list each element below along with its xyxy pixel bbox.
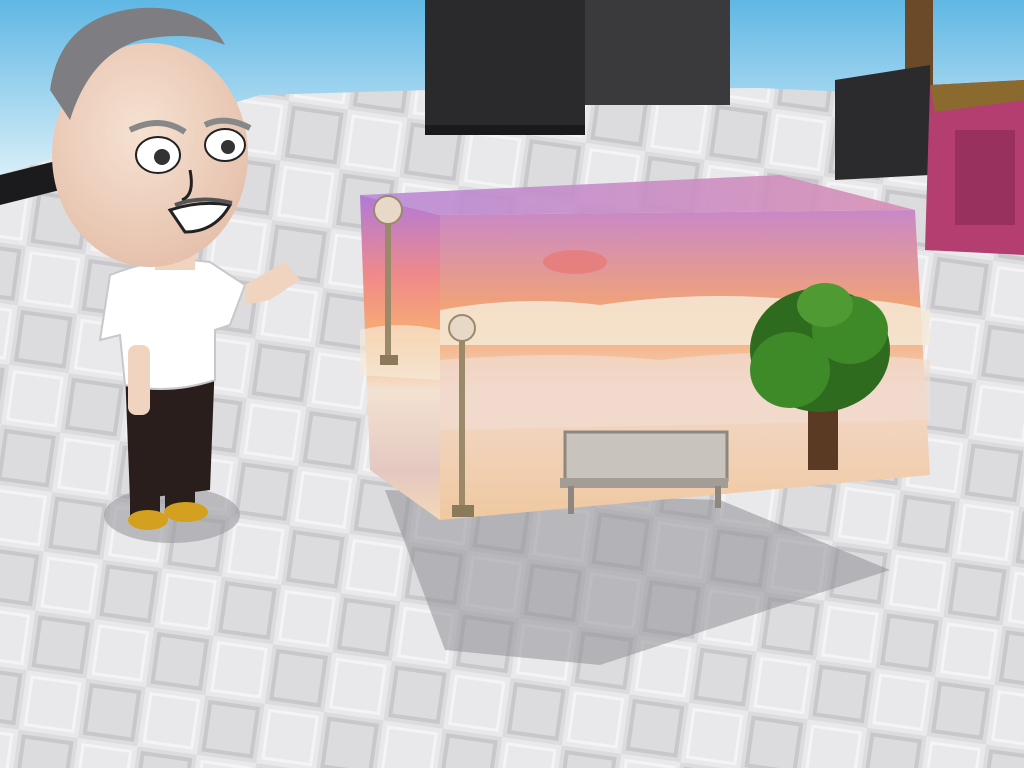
scene-canvas <box>0 0 1024 768</box>
game-scene <box>0 0 1024 768</box>
